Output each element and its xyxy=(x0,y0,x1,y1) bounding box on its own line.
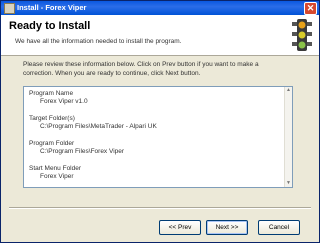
scroll-down-icon[interactable]: ▼ xyxy=(285,180,292,187)
traffic-light-icon xyxy=(292,19,312,51)
target-folders-value: C:\Program Files\MetaTrader - Alpari UK xyxy=(40,123,157,130)
target-folders-label: Target Folder(s) xyxy=(29,115,75,122)
header-panel: Ready to Install We have all the informa… xyxy=(1,15,319,56)
summary-textbox[interactable]: Program Name Forex Viper v1.0 Target Fol… xyxy=(23,86,293,188)
instructions-line-1: Please review these information below. C… xyxy=(23,61,259,68)
program-name-label: Program Name xyxy=(29,90,74,97)
footer-divider xyxy=(9,207,311,209)
close-button[interactable]: ✕ xyxy=(304,2,317,15)
next-button[interactable]: Next >> xyxy=(206,220,248,235)
program-folder-value: C:\Program Files\Forex Viper xyxy=(40,148,125,155)
installer-app-icon xyxy=(4,3,15,14)
start-menu-label: Start Menu Folder xyxy=(29,165,82,172)
installer-window: Install - Forex Viper ✕ Ready to Install… xyxy=(0,0,320,243)
page-subtitle: We have all the information needed to in… xyxy=(15,38,182,45)
start-menu-value: Forex Viper xyxy=(40,173,74,180)
program-name-value: Forex Viper v1.0 xyxy=(40,98,88,105)
prev-button[interactable]: << Prev xyxy=(159,220,201,235)
cancel-button[interactable]: Cancel xyxy=(258,220,300,235)
program-folder-label: Program Folder xyxy=(29,140,75,147)
instructions: Please review these information below. C… xyxy=(23,61,303,78)
scroll-up-icon[interactable]: ▲ xyxy=(285,87,292,94)
vertical-scrollbar[interactable]: ▲ ▼ xyxy=(284,87,292,187)
instructions-line-2: correction. When you are ready to contin… xyxy=(23,69,201,77)
window-title: Install - Forex Viper xyxy=(17,3,87,12)
page-title: Ready to Install xyxy=(9,20,91,32)
title-bar: Install - Forex Viper ✕ xyxy=(1,1,319,15)
